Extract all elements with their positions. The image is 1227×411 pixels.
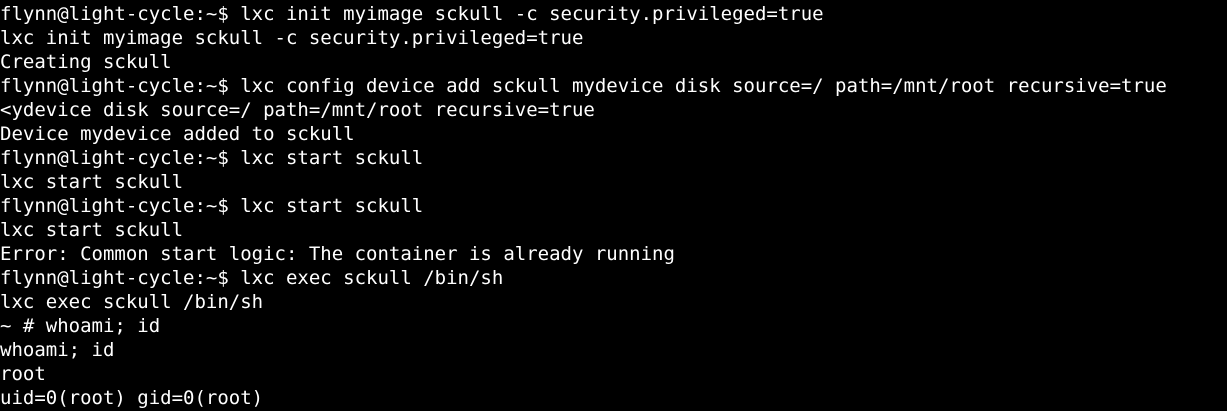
echo-line: <ydevice disk source=/ path=/mnt/root re… — [0, 99, 595, 121]
root-shell-prompt-line: ~ # whoami; id — [0, 315, 161, 337]
error-line: Error: Common start logic: The container… — [0, 243, 675, 265]
output-line: uid=0(root) gid=0(root) — [0, 387, 264, 409]
echo-line: lxc init myimage sckull -c security.priv… — [0, 27, 584, 49]
prompt-line: flynn@light-cycle:~$ lxc config device a… — [0, 75, 1167, 97]
terminal-window[interactable]: flynn@light-cycle:~$ lxc init myimage sc… — [0, 0, 1227, 411]
prompt-line: flynn@light-cycle:~$ lxc start sckull — [0, 147, 424, 169]
output-line: Device mydevice added to sckull — [0, 123, 355, 145]
prompt-line: flynn@light-cycle:~$ lxc init myimage sc… — [0, 3, 824, 25]
output-line: root — [0, 363, 46, 385]
echo-line: lxc start sckull — [0, 171, 184, 193]
output-line: Creating sckull — [0, 51, 172, 73]
echo-line: lxc exec sckull /bin/sh — [0, 291, 264, 313]
prompt-line: flynn@light-cycle:~$ lxc exec sckull /bi… — [0, 267, 504, 289]
prompt-line: flynn@light-cycle:~$ lxc start sckull — [0, 195, 424, 217]
echo-line: whoami; id — [0, 339, 115, 361]
echo-line: lxc start sckull — [0, 219, 184, 241]
